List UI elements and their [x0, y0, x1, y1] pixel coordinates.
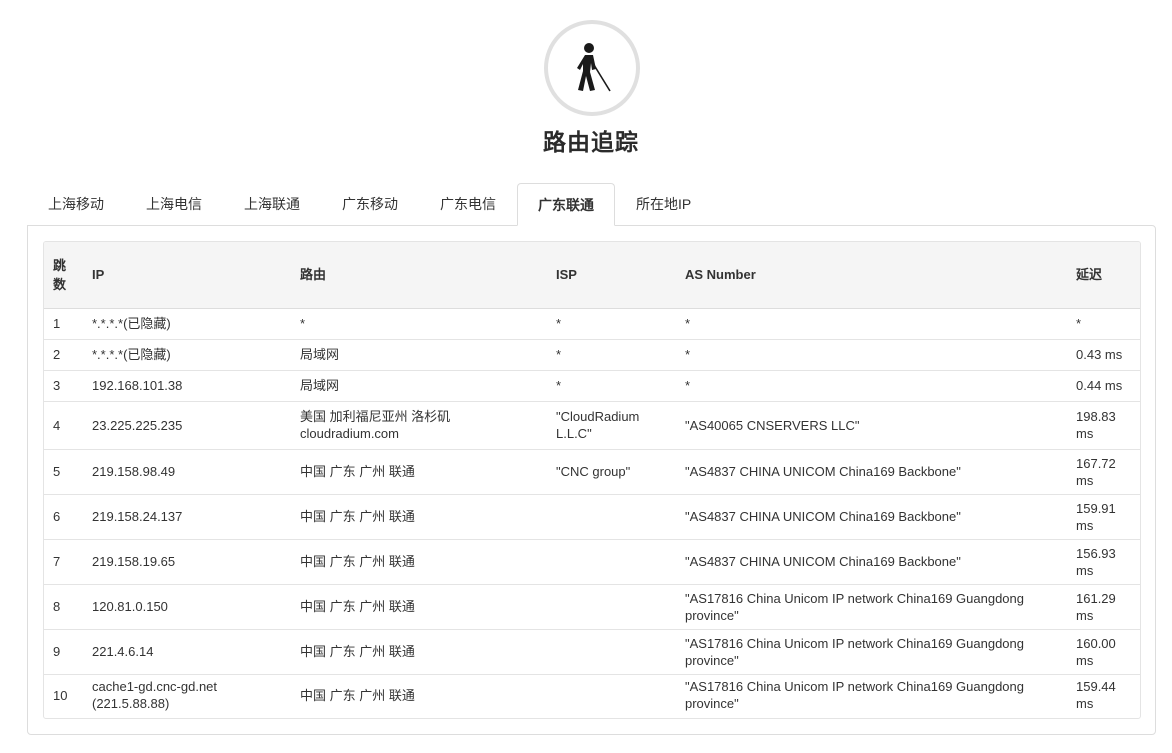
cell-ip: *.*.*.*(已隐藏)	[83, 338, 291, 370]
cell-route: 中国 广东 广州 联通	[291, 493, 547, 539]
cell-hop: 4	[44, 400, 83, 449]
cell-hop: 9	[44, 628, 83, 674]
table-row: 7 219.158.19.65 中国 广东 广州 联通 "AS4837 CHIN…	[44, 538, 1140, 584]
tab-panel: 跳数 IP 路由 ISP AS Number 延迟 1 *.*.*.*(已隐藏)…	[27, 225, 1156, 735]
cell-isp	[547, 628, 676, 674]
person-walking-with-cane-icon	[577, 43, 611, 92]
table-row: 8 120.81.0.150 中国 广东 广州 联通 "AS17816 Chin…	[44, 583, 1140, 629]
cell-hop: 6	[44, 493, 83, 539]
tab-guangdong-unicom[interactable]: 广东联通	[517, 183, 615, 226]
tab-shanghai-unicom[interactable]: 上海联通	[223, 183, 321, 226]
cell-latency: 198.83 ms	[1067, 400, 1140, 449]
cell-ip: 192.168.101.38	[83, 369, 291, 401]
cell-as-number: "AS4837 CHINA UNICOM China169 Backbone"	[676, 538, 1067, 584]
cell-latency: *	[1076, 316, 1082, 331]
cell-ip: 23.225.225.235	[83, 400, 291, 449]
cell-route: 局域网	[291, 338, 547, 370]
cell-hop: 1	[53, 316, 61, 331]
cell-route: 中国 广东 广州 联通	[291, 583, 547, 629]
table-row: 1 *.*.*.*(已隐藏) * * * *	[44, 308, 1140, 339]
cell-latency: 156.93 ms	[1067, 538, 1140, 584]
cell-as-number: "AS17816 China Unicom IP network China16…	[676, 673, 1067, 716]
tab-shanghai-mobile[interactable]: 上海移动	[27, 183, 125, 226]
table-row: 10 cache1-gd.cnc-gd.net (221.5.88.88) 中国…	[44, 673, 1140, 716]
cell-route: 美国 加利福尼亚州 洛杉矶 cloudradium.com	[291, 400, 547, 449]
cell-latency: 0.43 ms	[1067, 338, 1140, 370]
logo	[544, 20, 640, 116]
table-row: 4 23.225.225.235 美国 加利福尼亚州 洛杉矶 cloudradi…	[44, 400, 1140, 449]
cell-isp	[547, 673, 676, 716]
header-as-number: AS Number	[676, 242, 1067, 309]
cell-isp: *	[547, 338, 676, 370]
cell-latency: 159.91 ms	[1067, 493, 1140, 539]
cell-hop: 7	[44, 538, 83, 584]
cell-ip: 221.4.6.14	[83, 628, 291, 674]
cell-ip: cache1-gd.cnc-gd.net (221.5.88.88)	[83, 673, 291, 716]
cell-hop: 5	[44, 448, 83, 494]
cell-route: *	[300, 316, 306, 331]
tab-local-ip[interactable]: 所在地IP	[615, 183, 712, 226]
cell-as-number: *	[676, 338, 1067, 370]
table-header-row: 跳数 IP 路由 ISP AS Number 延迟	[44, 242, 1140, 309]
traceroute-table-container: 跳数 IP 路由 ISP AS Number 延迟 1 *.*.*.*(已隐藏)…	[43, 241, 1141, 719]
cell-route: 局域网	[291, 369, 547, 401]
cell-isp: *	[556, 316, 562, 331]
cell-ip: 219.158.24.137	[83, 493, 291, 539]
cell-latency: 0.44 ms	[1067, 369, 1140, 401]
cell-ip: *.*.*.*(已隐藏)	[92, 316, 171, 331]
cell-as-number: *	[685, 316, 691, 331]
provider-tabs: 上海移动 上海电信 上海联通 广东移动 广东电信 广东联通 所在地IP	[27, 183, 712, 226]
table-row: 2 *.*.*.*(已隐藏) 局域网 * * 0.43 ms	[44, 338, 1140, 370]
page-title: 路由追踪	[543, 129, 639, 155]
cell-latency: 159.44 ms	[1067, 673, 1140, 716]
cell-hop: 2	[44, 338, 83, 370]
table-row: 3 192.168.101.38 局域网 * * 0.44 ms	[44, 369, 1140, 401]
cell-isp	[547, 583, 676, 629]
cell-isp: "CloudRadium L.L.C"	[547, 400, 676, 449]
cell-route: 中国 广东 广州 联通	[291, 673, 547, 716]
table-row: 6 219.158.24.137 中国 广东 广州 联通 "AS4837 CHI…	[44, 493, 1140, 539]
cell-as-number: "AS17816 China Unicom IP network China16…	[676, 583, 1067, 629]
cell-isp: *	[547, 369, 676, 401]
header-ip: IP	[83, 242, 291, 309]
cell-latency: 161.29 ms	[1067, 583, 1140, 629]
header-route: 路由	[291, 242, 547, 309]
cell-isp: "CNC group"	[547, 448, 676, 494]
cell-as-number: "AS17816 China Unicom IP network China16…	[676, 628, 1067, 674]
cell-ip: 219.158.98.49	[83, 448, 291, 494]
cell-isp	[547, 493, 676, 539]
traceroute-table: 跳数 IP 路由 ISP AS Number 延迟 1 *.*.*.*(已隐藏)…	[44, 242, 1140, 716]
cell-latency: 160.00 ms	[1067, 628, 1140, 674]
cell-route: 中国 广东 广州 联通	[291, 538, 547, 584]
cell-route: 中国 广东 广州 联通	[291, 628, 547, 674]
cell-latency: 167.72 ms	[1067, 448, 1140, 494]
header-isp: ISP	[547, 242, 676, 309]
cell-ip: 120.81.0.150	[83, 583, 291, 629]
cell-hop: 8	[44, 583, 83, 629]
tab-shanghai-telecom[interactable]: 上海电信	[125, 183, 223, 226]
table-row: 5 219.158.98.49 中国 广东 广州 联通 "CNC group" …	[44, 448, 1140, 494]
table-row: 9 221.4.6.14 中国 广东 广州 联通 "AS17816 China …	[44, 628, 1140, 674]
cell-as-number: "AS4837 CHINA UNICOM China169 Backbone"	[676, 448, 1067, 494]
cell-isp	[547, 538, 676, 584]
cell-route: 中国 广东 广州 联通	[291, 448, 547, 494]
tab-guangdong-telecom[interactable]: 广东电信	[419, 183, 517, 226]
header-latency: 延迟	[1067, 242, 1140, 309]
cell-ip: 219.158.19.65	[83, 538, 291, 584]
header-hop: 跳数	[44, 242, 83, 309]
cell-as-number: "AS4837 CHINA UNICOM China169 Backbone"	[676, 493, 1067, 539]
cell-as-number: *	[676, 369, 1067, 401]
cell-as-number: "AS40065 CNSERVERS LLC"	[676, 400, 1067, 449]
cell-hop: 10	[44, 673, 83, 716]
cell-hop: 3	[44, 369, 83, 401]
tab-guangdong-mobile[interactable]: 广东移动	[321, 183, 419, 226]
